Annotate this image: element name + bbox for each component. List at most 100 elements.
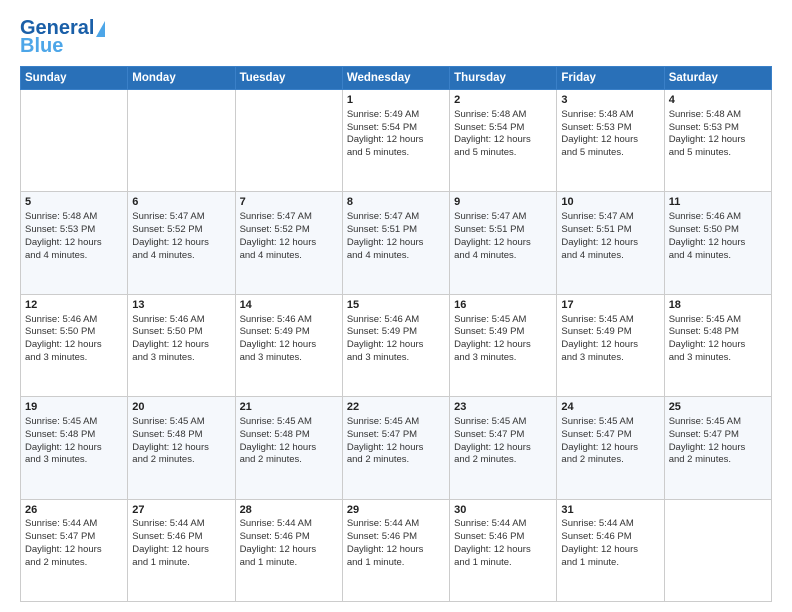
calendar-day-cell: 2Sunrise: 5:48 AM Sunset: 5:54 PM Daylig…: [450, 90, 557, 192]
page: General Blue SundayMondayTuesdayWednesda…: [0, 0, 792, 612]
calendar-day-cell: 23Sunrise: 5:45 AM Sunset: 5:47 PM Dayli…: [450, 397, 557, 499]
day-info: Sunrise: 5:48 AM Sunset: 5:53 PM Dayligh…: [561, 109, 659, 160]
day-info: Sunrise: 5:48 AM Sunset: 5:53 PM Dayligh…: [669, 109, 767, 160]
calendar-day-cell: 29Sunrise: 5:44 AM Sunset: 5:46 PM Dayli…: [342, 499, 449, 601]
calendar-day-cell: 20Sunrise: 5:45 AM Sunset: 5:48 PM Dayli…: [128, 397, 235, 499]
day-number: 29: [347, 503, 445, 518]
calendar-day-cell: 15Sunrise: 5:46 AM Sunset: 5:49 PM Dayli…: [342, 294, 449, 396]
day-info: Sunrise: 5:45 AM Sunset: 5:48 PM Dayligh…: [132, 416, 230, 467]
day-number: 30: [454, 503, 552, 518]
day-number: 8: [347, 195, 445, 210]
day-info: Sunrise: 5:45 AM Sunset: 5:47 PM Dayligh…: [561, 416, 659, 467]
calendar-day-cell: 1Sunrise: 5:49 AM Sunset: 5:54 PM Daylig…: [342, 90, 449, 192]
calendar-day-cell: 10Sunrise: 5:47 AM Sunset: 5:51 PM Dayli…: [557, 192, 664, 294]
day-of-week-header: Monday: [128, 67, 235, 90]
day-info: Sunrise: 5:44 AM Sunset: 5:46 PM Dayligh…: [240, 518, 338, 569]
calendar-day-cell: 8Sunrise: 5:47 AM Sunset: 5:51 PM Daylig…: [342, 192, 449, 294]
day-info: Sunrise: 5:46 AM Sunset: 5:50 PM Dayligh…: [132, 314, 230, 365]
calendar-day-cell: 4Sunrise: 5:48 AM Sunset: 5:53 PM Daylig…: [664, 90, 771, 192]
calendar-day-cell: 7Sunrise: 5:47 AM Sunset: 5:52 PM Daylig…: [235, 192, 342, 294]
day-number: 23: [454, 400, 552, 415]
calendar-header-row: SundayMondayTuesdayWednesdayThursdayFrid…: [21, 67, 772, 90]
day-info: Sunrise: 5:45 AM Sunset: 5:49 PM Dayligh…: [454, 314, 552, 365]
day-number: 17: [561, 298, 659, 313]
calendar-day-cell: [235, 90, 342, 192]
calendar-day-cell: 13Sunrise: 5:46 AM Sunset: 5:50 PM Dayli…: [128, 294, 235, 396]
day-info: Sunrise: 5:46 AM Sunset: 5:50 PM Dayligh…: [669, 211, 767, 262]
day-info: Sunrise: 5:45 AM Sunset: 5:47 PM Dayligh…: [669, 416, 767, 467]
day-number: 9: [454, 195, 552, 210]
day-number: 11: [669, 195, 767, 210]
calendar-day-cell: 27Sunrise: 5:44 AM Sunset: 5:46 PM Dayli…: [128, 499, 235, 601]
header: General Blue: [20, 18, 772, 56]
day-info: Sunrise: 5:46 AM Sunset: 5:49 PM Dayligh…: [240, 314, 338, 365]
day-of-week-header: Tuesday: [235, 67, 342, 90]
day-number: 22: [347, 400, 445, 415]
logo-triangle-icon: [96, 21, 105, 37]
day-info: Sunrise: 5:48 AM Sunset: 5:53 PM Dayligh…: [25, 211, 123, 262]
logo-blue: Blue: [20, 36, 63, 56]
day-number: 24: [561, 400, 659, 415]
day-number: 6: [132, 195, 230, 210]
day-number: 13: [132, 298, 230, 313]
calendar-day-cell: 21Sunrise: 5:45 AM Sunset: 5:48 PM Dayli…: [235, 397, 342, 499]
day-number: 10: [561, 195, 659, 210]
day-info: Sunrise: 5:47 AM Sunset: 5:52 PM Dayligh…: [132, 211, 230, 262]
calendar-day-cell: 25Sunrise: 5:45 AM Sunset: 5:47 PM Dayli…: [664, 397, 771, 499]
day-number: 5: [25, 195, 123, 210]
day-of-week-header: Friday: [557, 67, 664, 90]
logo: General Blue: [20, 18, 105, 56]
calendar-week-row: 19Sunrise: 5:45 AM Sunset: 5:48 PM Dayli…: [21, 397, 772, 499]
calendar-day-cell: 28Sunrise: 5:44 AM Sunset: 5:46 PM Dayli…: [235, 499, 342, 601]
calendar-day-cell: [21, 90, 128, 192]
day-info: Sunrise: 5:48 AM Sunset: 5:54 PM Dayligh…: [454, 109, 552, 160]
day-info: Sunrise: 5:46 AM Sunset: 5:50 PM Dayligh…: [25, 314, 123, 365]
day-number: 26: [25, 503, 123, 518]
day-number: 19: [25, 400, 123, 415]
day-info: Sunrise: 5:44 AM Sunset: 5:46 PM Dayligh…: [454, 518, 552, 569]
day-info: Sunrise: 5:44 AM Sunset: 5:46 PM Dayligh…: [132, 518, 230, 569]
calendar-day-cell: 14Sunrise: 5:46 AM Sunset: 5:49 PM Dayli…: [235, 294, 342, 396]
day-info: Sunrise: 5:45 AM Sunset: 5:48 PM Dayligh…: [240, 416, 338, 467]
day-info: Sunrise: 5:45 AM Sunset: 5:49 PM Dayligh…: [561, 314, 659, 365]
calendar-day-cell: 24Sunrise: 5:45 AM Sunset: 5:47 PM Dayli…: [557, 397, 664, 499]
calendar-day-cell: 17Sunrise: 5:45 AM Sunset: 5:49 PM Dayli…: [557, 294, 664, 396]
day-number: 12: [25, 298, 123, 313]
day-number: 14: [240, 298, 338, 313]
calendar-week-row: 5Sunrise: 5:48 AM Sunset: 5:53 PM Daylig…: [21, 192, 772, 294]
calendar-week-row: 12Sunrise: 5:46 AM Sunset: 5:50 PM Dayli…: [21, 294, 772, 396]
day-info: Sunrise: 5:45 AM Sunset: 5:48 PM Dayligh…: [25, 416, 123, 467]
day-number: 28: [240, 503, 338, 518]
day-number: 27: [132, 503, 230, 518]
calendar-day-cell: [128, 90, 235, 192]
day-of-week-header: Saturday: [664, 67, 771, 90]
calendar-day-cell: 9Sunrise: 5:47 AM Sunset: 5:51 PM Daylig…: [450, 192, 557, 294]
day-number: 1: [347, 93, 445, 108]
day-number: 25: [669, 400, 767, 415]
calendar-week-row: 1Sunrise: 5:49 AM Sunset: 5:54 PM Daylig…: [21, 90, 772, 192]
day-number: 15: [347, 298, 445, 313]
day-number: 7: [240, 195, 338, 210]
calendar-day-cell: 12Sunrise: 5:46 AM Sunset: 5:50 PM Dayli…: [21, 294, 128, 396]
day-info: Sunrise: 5:49 AM Sunset: 5:54 PM Dayligh…: [347, 109, 445, 160]
day-of-week-header: Sunday: [21, 67, 128, 90]
day-number: 21: [240, 400, 338, 415]
day-number: 16: [454, 298, 552, 313]
day-of-week-header: Thursday: [450, 67, 557, 90]
day-info: Sunrise: 5:47 AM Sunset: 5:51 PM Dayligh…: [561, 211, 659, 262]
day-number: 2: [454, 93, 552, 108]
day-info: Sunrise: 5:45 AM Sunset: 5:47 PM Dayligh…: [454, 416, 552, 467]
day-number: 31: [561, 503, 659, 518]
day-number: 3: [561, 93, 659, 108]
calendar-day-cell: 5Sunrise: 5:48 AM Sunset: 5:53 PM Daylig…: [21, 192, 128, 294]
day-info: Sunrise: 5:44 AM Sunset: 5:46 PM Dayligh…: [561, 518, 659, 569]
calendar-day-cell: 11Sunrise: 5:46 AM Sunset: 5:50 PM Dayli…: [664, 192, 771, 294]
day-number: 4: [669, 93, 767, 108]
calendar-day-cell: 31Sunrise: 5:44 AM Sunset: 5:46 PM Dayli…: [557, 499, 664, 601]
day-info: Sunrise: 5:44 AM Sunset: 5:46 PM Dayligh…: [347, 518, 445, 569]
day-of-week-header: Wednesday: [342, 67, 449, 90]
calendar-day-cell: 16Sunrise: 5:45 AM Sunset: 5:49 PM Dayli…: [450, 294, 557, 396]
calendar-week-row: 26Sunrise: 5:44 AM Sunset: 5:47 PM Dayli…: [21, 499, 772, 601]
day-info: Sunrise: 5:46 AM Sunset: 5:49 PM Dayligh…: [347, 314, 445, 365]
calendar-day-cell: 22Sunrise: 5:45 AM Sunset: 5:47 PM Dayli…: [342, 397, 449, 499]
